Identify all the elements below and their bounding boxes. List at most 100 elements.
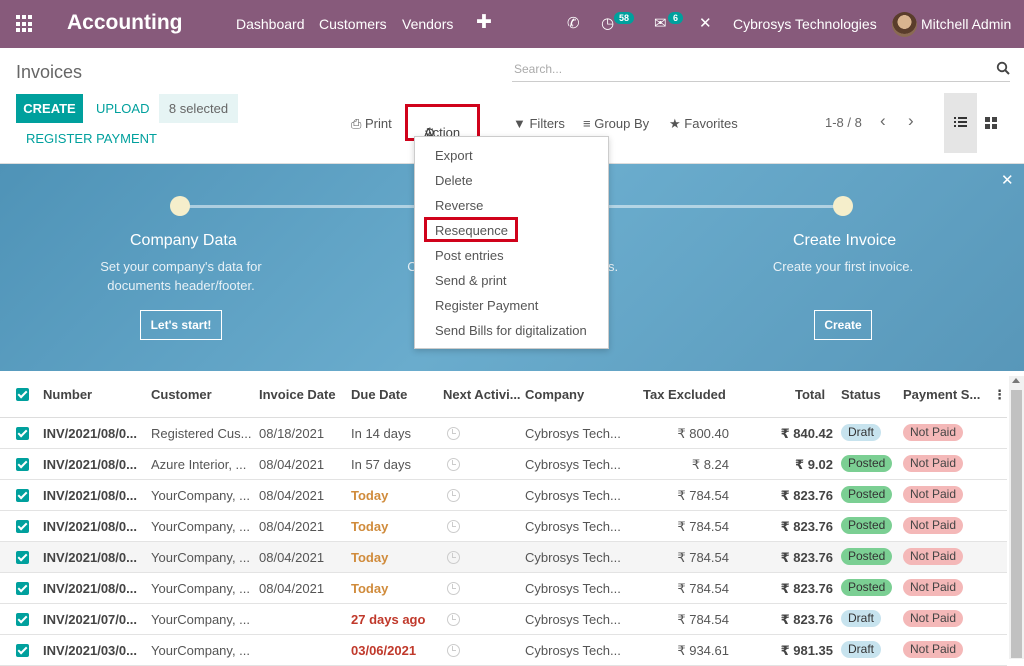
upload-button[interactable]: UPLOAD <box>96 101 149 116</box>
table-row[interactable]: INV/2021/08/0... YourCompany, ... 08/04/20… <box>0 573 1007 604</box>
filters-label: Filters <box>529 116 565 131</box>
favorites-button[interactable]: ★ Favorites <box>669 116 738 132</box>
chat-icon[interactable]: ✉ <box>654 14 667 32</box>
menu-item-reverse[interactable]: Reverse <box>435 198 483 213</box>
cell-number: INV/2021/08/0... <box>43 550 137 565</box>
cell-total: ₹ 823.76 <box>780 550 833 565</box>
activity-clock-icon[interactable] <box>447 489 460 502</box>
register-payment-button[interactable]: REGISTER PAYMENT <box>26 131 157 146</box>
table-row[interactable]: INV/2021/08/0... Azure Interior, ... 08/04… <box>0 449 1007 480</box>
column-invoice-date[interactable]: Invoice Date <box>259 387 336 402</box>
activity-clock-icon[interactable]: ◷ <box>601 14 614 32</box>
table-row[interactable]: INV/2021/03/0... YourCompany, ... 03/06/20… <box>0 635 1007 666</box>
column-next-activity[interactable]: Next Activi... <box>443 387 521 402</box>
cell-company: Cybrosys Tech... <box>525 457 621 472</box>
activity-clock-icon[interactable] <box>447 613 460 626</box>
list-icon: ≡ <box>583 116 595 131</box>
create-button[interactable]: CREATE <box>16 94 83 123</box>
group-by-button[interactable]: ≡ Group By <box>583 116 649 131</box>
cell-customer: YourCompany, ... <box>151 550 250 565</box>
column-tax-excluded[interactable]: Tax Excluded <box>643 387 726 402</box>
list-view-icon <box>954 117 967 127</box>
row-checkbox[interactable] <box>16 582 29 595</box>
row-checkbox[interactable] <box>16 489 29 502</box>
table-row[interactable]: INV/2021/07/0... YourCompany, ... 27 days … <box>0 604 1007 635</box>
phone-icon[interactable]: ✆ <box>567 14 580 32</box>
activity-clock-icon[interactable] <box>447 427 460 440</box>
plus-icon[interactable]: ✚ <box>476 11 492 34</box>
apps-menu-icon[interactable] <box>16 15 34 33</box>
cell-customer: YourCompany, ... <box>151 488 250 503</box>
company-data-line2: documents header/footer. <box>107 278 255 293</box>
column-due-date[interactable]: Due Date <box>351 387 407 402</box>
nav-vendors[interactable]: Vendors <box>402 16 453 32</box>
cell-number: INV/2021/08/0... <box>43 581 137 596</box>
cell-due-date: Today <box>351 550 389 565</box>
column-payment-status[interactable]: Payment S... <box>903 387 980 402</box>
action-dropdown-menu: Export Delete Reverse Resequence Post en… <box>414 136 609 349</box>
row-checkbox[interactable] <box>16 427 29 440</box>
row-checkbox[interactable] <box>16 520 29 533</box>
cell-due-date: 03/06/2021 <box>351 643 417 658</box>
payment-status-badge: Not Paid <box>903 517 964 534</box>
cell-total: ₹ 981.35 <box>780 643 833 658</box>
cell-due-date: In 57 days <box>351 457 411 472</box>
avatar[interactable] <box>892 12 917 37</box>
menu-item-send-bills-digitalization[interactable]: Send Bills for digitalization <box>435 323 587 338</box>
optional-columns-icon[interactable]: ⋮ <box>993 387 1006 403</box>
select-all-checkbox[interactable] <box>16 388 29 401</box>
print-button[interactable]: ⎙ Print <box>351 116 392 132</box>
activity-clock-icon[interactable] <box>447 520 460 533</box>
column-number[interactable]: Number <box>43 387 92 402</box>
activity-clock-icon[interactable] <box>447 582 460 595</box>
chevron-left-icon[interactable]: ‹ <box>880 111 886 131</box>
row-checkbox[interactable] <box>16 551 29 564</box>
column-total[interactable]: Total <box>795 387 825 402</box>
menu-item-export[interactable]: Export <box>435 148 473 163</box>
tools-icon[interactable]: ✕ <box>699 14 712 32</box>
cell-due-date: Today <box>351 581 389 596</box>
column-company[interactable]: Company <box>525 387 584 402</box>
vertical-scrollbar[interactable] <box>1009 376 1024 659</box>
activity-clock-icon[interactable] <box>447 644 460 657</box>
cell-invoice-date: 08/18/2021 <box>259 426 325 441</box>
menu-item-register-payment[interactable]: Register Payment <box>435 298 538 313</box>
menu-item-send-print[interactable]: Send & print <box>435 273 507 288</box>
row-checkbox[interactable] <box>16 458 29 471</box>
search-input[interactable]: Search... <box>512 60 1010 82</box>
activity-clock-icon[interactable] <box>447 458 460 471</box>
create-invoice-button[interactable]: Create <box>814 310 872 340</box>
table-row[interactable]: INV/2021/08/0... Registered Cus... 08/18/2… <box>0 418 1007 449</box>
menu-item-resequence[interactable]: Resequence <box>435 223 508 238</box>
table-row[interactable]: INV/2021/08/0... YourCompany, ... 08/04/20… <box>0 511 1007 542</box>
scrollbar-thumb[interactable] <box>1011 390 1022 658</box>
table-row[interactable]: INV/2021/08/0... YourCompany, ... 08/04/20… <box>0 480 1007 511</box>
lets-start-button[interactable]: Let's start! <box>140 310 222 340</box>
pager-value[interactable]: 1-8 / 8 <box>825 115 862 130</box>
row-checkbox[interactable] <box>16 644 29 657</box>
row-checkbox[interactable] <box>16 613 29 626</box>
app-name[interactable]: Accounting <box>67 11 183 35</box>
kanban-view-icon[interactable] <box>985 117 997 129</box>
column-customer[interactable]: Customer <box>151 387 212 402</box>
column-status[interactable]: Status <box>841 387 881 402</box>
close-icon[interactable]: ✕ <box>1001 171 1014 189</box>
nav-dashboard[interactable]: Dashboard <box>236 16 305 32</box>
cell-total: ₹ 823.76 <box>780 519 833 534</box>
search-icon[interactable] <box>996 61 1010 75</box>
selected-count: 8 selected <box>159 94 238 123</box>
cell-tax-excluded: ₹ 784.54 <box>677 550 729 565</box>
list-view-button[interactable] <box>944 93 977 153</box>
menu-item-delete[interactable]: Delete <box>435 173 473 188</box>
user-menu[interactable]: Mitchell Admin <box>921 16 1011 32</box>
company-switcher[interactable]: Cybrosys Technologies <box>733 16 877 32</box>
filters-button[interactable]: ▼ Filters <box>513 116 565 131</box>
page-title: Invoices <box>16 62 83 82</box>
activity-clock-icon[interactable] <box>447 551 460 564</box>
nav-customers[interactable]: Customers <box>319 16 387 32</box>
table-row[interactable]: INV/2021/08/0... YourCompany, ... 08/04/20… <box>0 542 1007 573</box>
scroll-up-arrow-icon[interactable] <box>1012 378 1020 383</box>
menu-item-post-entries[interactable]: Post entries <box>435 248 504 263</box>
step-dot <box>833 196 853 216</box>
chevron-right-icon[interactable]: › <box>908 111 914 131</box>
